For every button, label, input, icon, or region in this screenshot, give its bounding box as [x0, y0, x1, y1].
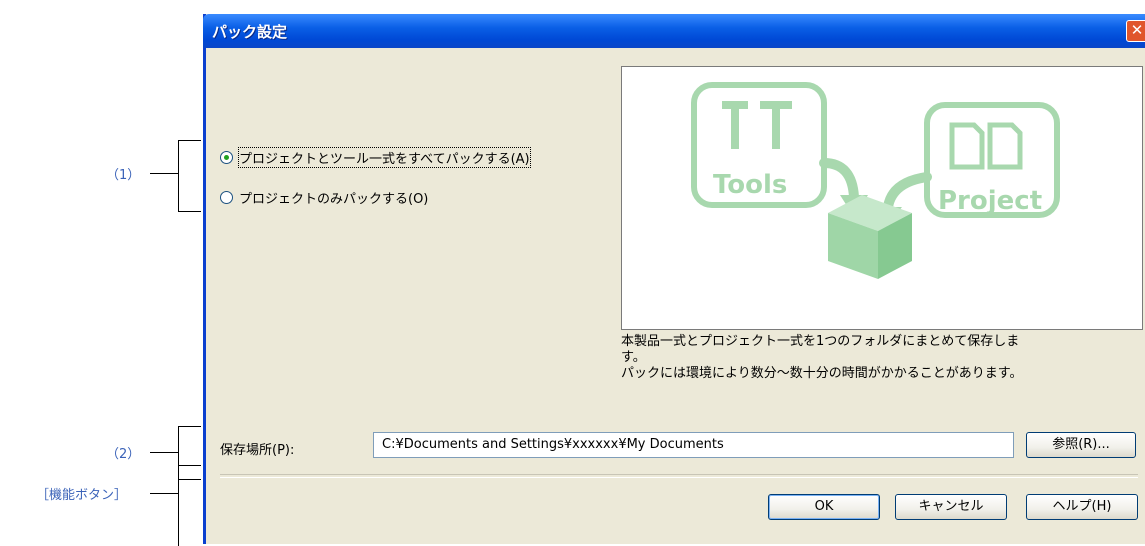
tools-icon	[722, 101, 792, 149]
annotation-1-leader	[150, 173, 178, 174]
radio-pack-all[interactable]: プロジェクトとツール一式をすべてパックする(A)	[220, 147, 531, 168]
description-line: パックには環境により数分～数十分の時間がかかることがあります。	[621, 366, 1023, 381]
browse-button[interactable]: 参照(R)...	[1026, 432, 1136, 458]
save-location-input[interactable]: C:¥Documents and Settings¥xxxxxx¥My Docu…	[373, 432, 1014, 458]
pack-settings-dialog: パック設定 ✕ プロジェクトとツール一式をすべてパックする(A) プロジェクトの…	[203, 14, 1145, 544]
title-bar[interactable]: パック設定 ✕	[203, 14, 1145, 48]
save-location-label: 保存場所(P):	[220, 443, 295, 458]
radio-pack-all-label[interactable]: プロジェクトとツール一式をすべてパックする(A)	[238, 147, 531, 168]
radio-pack-all-indicator[interactable]	[220, 151, 233, 164]
annotation-function-buttons: ［機能ボタン］	[36, 488, 128, 503]
ok-button[interactable]: OK	[768, 494, 880, 520]
annotation-2: （2）	[106, 447, 141, 462]
annotation-1-bracket	[178, 140, 201, 212]
project-text: Project	[938, 186, 1042, 216]
pack-illustration-graphic: Tools Project	[691, 82, 1060, 279]
annotation-3-bracket	[178, 465, 201, 546]
description-text: 本製品一式とプロジェクト一式を1つのフォルダにまとめて保存しま す。 パックには…	[621, 334, 1141, 382]
cancel-button[interactable]: キャンセル	[895, 494, 1007, 520]
annotation-1: （1）	[106, 168, 141, 183]
dialog-title: パック設定	[212, 23, 288, 41]
description-line: 本製品一式とプロジェクト一式を1つのフォルダにまとめて保存しま	[621, 334, 1020, 349]
radio-pack-project-only-indicator[interactable]	[220, 191, 233, 204]
radio-pack-project-only-label[interactable]: プロジェクトのみパックする(O)	[239, 188, 428, 207]
pack-illustration: Tools Project	[621, 66, 1143, 330]
tools-text: Tools	[713, 170, 787, 200]
help-button[interactable]: ヘルプ(H)	[1026, 494, 1138, 520]
annotation-2-leader	[150, 452, 178, 453]
project-icon	[949, 122, 1023, 170]
description-line: す。	[621, 350, 646, 365]
close-icon: ✕	[1130, 21, 1144, 39]
annotation-3-leader	[150, 493, 178, 494]
separator	[220, 474, 1138, 478]
radio-pack-project-only[interactable]: プロジェクトのみパックする(O)	[220, 188, 428, 207]
close-button[interactable]: ✕	[1126, 20, 1145, 42]
